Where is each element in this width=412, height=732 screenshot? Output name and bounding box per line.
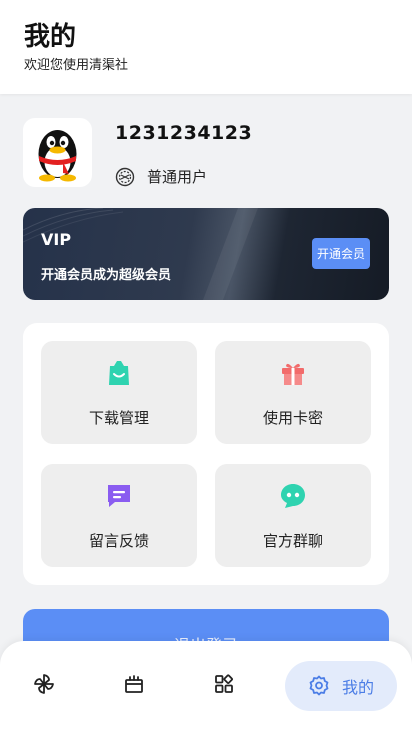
qq-penguin-icon bbox=[38, 130, 77, 182]
apps-icon bbox=[215, 674, 233, 693]
bottom-tab-bar: 我的 bbox=[0, 641, 412, 732]
menu-item-official-group[interactable]: 官方群聊 bbox=[215, 464, 371, 567]
gear-icon bbox=[309, 675, 329, 696]
vip-description: 开通会员成为超级会员 bbox=[41, 268, 172, 283]
menu-item-feedback[interactable]: 留言反馈 bbox=[41, 464, 197, 567]
message-icon bbox=[108, 485, 130, 507]
tab-store[interactable] bbox=[114, 662, 154, 706]
page-title: 我的 bbox=[24, 22, 77, 52]
menu-item-label: 下载管理 bbox=[88, 409, 149, 427]
profile-section: 1231234123 普通用户 bbox=[0, 110, 412, 200]
menu-item-use-card-key[interactable]: 使用卡密 bbox=[215, 341, 371, 444]
tab-mine[interactable]: 我的 bbox=[285, 661, 397, 711]
chat-bot-icon bbox=[281, 484, 305, 508]
shopping-bag-icon bbox=[109, 361, 129, 385]
gift-icon bbox=[282, 363, 304, 385]
menu-grid: 下载管理 使用卡密 留言反馈 官方群聊 bbox=[23, 323, 389, 585]
menu-item-download-manager[interactable]: 下载管理 bbox=[41, 341, 197, 444]
avatar[interactable] bbox=[23, 118, 92, 187]
vip-banner[interactable]: VIP 开通会员成为超级会员 开通会员 bbox=[23, 208, 389, 300]
user-role: 普通用户 bbox=[115, 166, 207, 187]
tab-home[interactable] bbox=[24, 662, 64, 706]
username: 1231234123 bbox=[115, 122, 253, 144]
tab-mine-label: 我的 bbox=[341, 678, 374, 697]
tab-apps[interactable] bbox=[204, 662, 244, 706]
badge-icon bbox=[115, 167, 135, 186]
page-subtitle: 欢迎您使用清渠社 bbox=[24, 58, 129, 73]
store-icon bbox=[125, 675, 143, 693]
menu-item-label: 官方群聊 bbox=[262, 532, 323, 550]
menu-item-label: 留言反馈 bbox=[88, 532, 149, 550]
role-label: 普通用户 bbox=[147, 168, 208, 186]
menu-item-label: 使用卡密 bbox=[262, 409, 323, 427]
vip-title: VIP bbox=[41, 230, 72, 249]
app-header: 我的 欢迎您使用清渠社 bbox=[0, 0, 412, 94]
pinwheel-icon bbox=[34, 674, 54, 694]
open-vip-button[interactable]: 开通会员 bbox=[312, 238, 370, 269]
